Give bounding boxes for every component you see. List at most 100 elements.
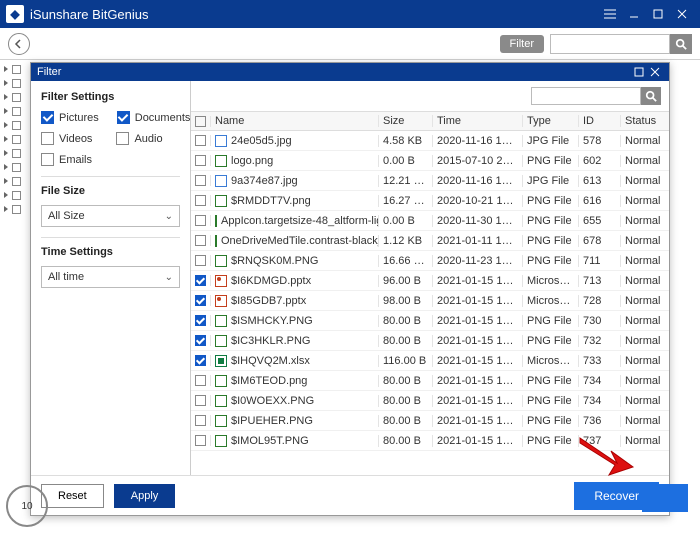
table-row[interactable]: logo.png0.00 B2015-07-10 21:30:42PNG Fil… (191, 151, 669, 171)
row-checkbox[interactable] (195, 395, 206, 406)
file-name: $IM6TEOD.png (231, 375, 307, 387)
file-time: 2021-01-15 15:01:07 (433, 295, 523, 307)
file-time: 2020-11-16 16:15:51 (433, 135, 523, 147)
maximize-button[interactable] (646, 4, 670, 24)
table-row[interactable]: AppIcon.targetsize-48_altform-lightunp0.… (191, 211, 669, 231)
reset-button[interactable]: Reset (41, 484, 104, 508)
row-checkbox[interactable] (195, 435, 206, 446)
row-checkbox[interactable] (195, 215, 206, 226)
tree-expand-icon[interactable] (4, 206, 11, 213)
col-name[interactable]: Name (211, 115, 379, 127)
checkbox-videos[interactable] (41, 132, 54, 145)
row-checkbox[interactable] (195, 175, 206, 186)
file-time: 2020-11-23 16:25:33 (433, 255, 523, 267)
file-status: Normal (621, 435, 669, 447)
tree-checkbox[interactable] (12, 79, 21, 88)
filter-button[interactable]: Filter (500, 35, 544, 53)
select-time[interactable]: All time⌄ (41, 266, 180, 288)
row-checkbox[interactable] (195, 155, 206, 166)
table-row[interactable]: $RNQSK0M.PNG16.66 KB2020-11-23 16:25:33P… (191, 251, 669, 271)
row-checkbox[interactable] (195, 415, 206, 426)
tree-expand-icon[interactable] (4, 136, 11, 143)
col-status[interactable]: Status (621, 115, 669, 127)
tree-expand-icon[interactable] (4, 178, 11, 185)
tree-checkbox[interactable] (12, 107, 21, 116)
tree-checkbox[interactable] (12, 191, 21, 200)
tree-checkbox[interactable] (12, 163, 21, 172)
filter-panel-close[interactable] (647, 65, 663, 79)
close-button[interactable] (670, 4, 694, 24)
col-size[interactable]: Size (379, 115, 433, 127)
table-row[interactable]: $IC3HKLR.PNG80.00 B2021-01-15 15:01:07PN… (191, 331, 669, 351)
col-type[interactable]: Type (523, 115, 579, 127)
file-id: 736 (579, 415, 621, 427)
row-checkbox[interactable] (195, 275, 206, 286)
row-checkbox[interactable] (195, 295, 206, 306)
file-type: PNG File (523, 195, 579, 207)
table-row[interactable]: $IHQVQ2M.xlsx116.00 B2021-01-15 15:01:07… (191, 351, 669, 371)
menu-button[interactable] (598, 4, 622, 24)
checkbox-emails[interactable] (41, 153, 54, 166)
tree-checkbox[interactable] (12, 65, 21, 74)
search-button[interactable] (670, 34, 692, 54)
row-checkbox[interactable] (195, 135, 206, 146)
tree-expand-icon[interactable] (4, 66, 11, 73)
back-button[interactable] (8, 33, 30, 55)
row-checkbox[interactable] (195, 255, 206, 266)
file-time: 2021-01-15 15:01:07 (433, 355, 523, 367)
file-id: 613 (579, 175, 621, 187)
table-row[interactable]: $IMOL95T.PNG80.00 B2021-01-15 15:01:07PN… (191, 431, 669, 451)
table-row[interactable]: $I6KDMGD.pptx96.00 B2021-01-15 15:01:07M… (191, 271, 669, 291)
checkbox-pictures[interactable] (41, 111, 54, 124)
row-checkbox[interactable] (195, 235, 206, 246)
tree-expand-icon[interactable] (4, 108, 11, 115)
file-id: 655 (579, 215, 621, 227)
file-name: $RNQSK0M.PNG (231, 255, 318, 267)
checkbox-documents[interactable] (117, 111, 130, 124)
table-row[interactable]: 9a374e87.jpg12.21 KB2020-11-16 13:13:00J… (191, 171, 669, 191)
tree-expand-icon[interactable] (4, 192, 11, 199)
row-checkbox[interactable] (195, 375, 206, 386)
tree-checkbox[interactable] (12, 135, 21, 144)
row-checkbox[interactable] (195, 315, 206, 326)
table-row[interactable]: $ISMHCKY.PNG80.00 B2021-01-15 15:01:07PN… (191, 311, 669, 331)
file-icon (215, 135, 227, 147)
apply-button[interactable]: Apply (114, 484, 176, 508)
file-icon (215, 175, 227, 187)
tree-expand-icon[interactable] (4, 150, 11, 157)
table-row[interactable]: $RMDDT7V.png16.27 KB2020-10-21 10:07:34P… (191, 191, 669, 211)
file-icon (215, 155, 227, 167)
table-row[interactable]: $IPUEHER.PNG80.00 B2021-01-15 15:01:07PN… (191, 411, 669, 431)
col-time[interactable]: Time (433, 115, 523, 127)
minimize-button[interactable] (622, 4, 646, 24)
tree-checkbox[interactable] (12, 177, 21, 186)
table-row[interactable]: 24e05d5.jpg4.58 KB2020-11-16 16:15:51JPG… (191, 131, 669, 151)
tree-expand-icon[interactable] (4, 122, 11, 129)
row-checkbox[interactable] (195, 335, 206, 346)
tree-expand-icon[interactable] (4, 164, 11, 171)
tree-checkbox[interactable] (12, 93, 21, 102)
select-file-size[interactable]: All Size⌄ (41, 205, 180, 227)
file-size: 0.00 B (379, 215, 433, 227)
col-id[interactable]: ID (579, 115, 621, 127)
filter-search-input[interactable] (531, 87, 641, 105)
tree-checkbox[interactable] (12, 205, 21, 214)
row-checkbox[interactable] (195, 355, 206, 366)
tree-expand-icon[interactable] (4, 80, 11, 87)
tree-checkbox[interactable] (12, 121, 21, 130)
row-checkbox[interactable] (195, 195, 206, 206)
table-row[interactable]: $I85GDB7.pptx98.00 B2021-01-15 15:01:07M… (191, 291, 669, 311)
file-icon (215, 295, 227, 307)
checkbox-audio[interactable] (116, 132, 129, 145)
table-row[interactable]: OneDriveMedTile.contrast-black_scale-11.… (191, 231, 669, 251)
table-row[interactable]: $I0WOEXX.PNG80.00 B2021-01-15 15:01:07PN… (191, 391, 669, 411)
search-input[interactable] (550, 34, 670, 54)
tree-checkbox[interactable] (12, 149, 21, 158)
table-row[interactable]: $IM6TEOD.png80.00 B2021-01-15 15:01:07PN… (191, 371, 669, 391)
bottom-action-button[interactable] (642, 484, 688, 512)
filter-panel-maximize[interactable] (631, 65, 647, 79)
filter-search-button[interactable] (641, 87, 661, 105)
tree-expand-icon[interactable] (4, 94, 11, 101)
filter-panel-title: Filter (37, 66, 61, 78)
select-all-checkbox[interactable] (195, 116, 206, 127)
